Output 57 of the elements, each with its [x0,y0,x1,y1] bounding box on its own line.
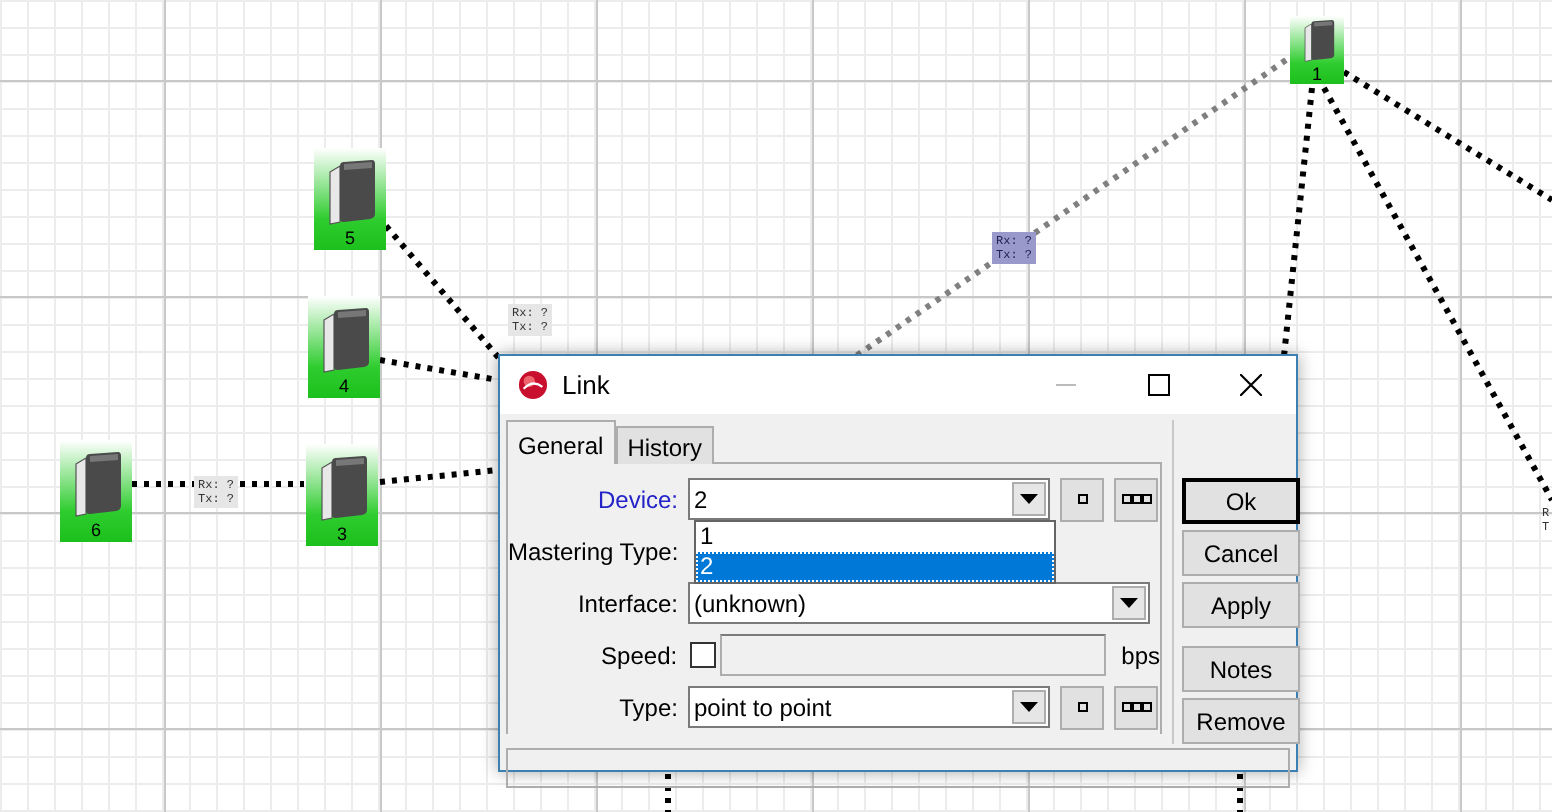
unit-label: bps [1121,639,1160,673]
router-icon [70,452,122,520]
node-label: 5 [344,228,355,248]
checkbox[interactable] [689,642,716,668]
field-label: Mastering Type: [508,535,681,569]
node-label: 6 [90,520,101,540]
node-label: 4 [338,376,349,396]
node-label: 1 [1311,64,1322,84]
dropdown-arrow-icon [1020,494,1038,504]
close-icon [1239,374,1261,396]
link-line[interactable] [379,467,499,485]
tab[interactable]: General [506,420,616,464]
list-button[interactable] [1114,685,1158,729]
router-icon [324,160,376,228]
dialog-button[interactable]: Remove [1182,698,1300,744]
router-icon [316,456,368,524]
network-node[interactable]: 4 [308,296,380,398]
node-label: 3 [336,524,347,544]
dropdown-field[interactable]: (unknown) [688,582,1150,624]
dropdown-field[interactable]: point to point [688,686,1050,728]
dialog-button[interactable]: Ok [1182,478,1300,524]
network-node[interactable]: 6 [60,440,132,542]
list-button[interactable] [1060,477,1104,521]
link-line[interactable] [132,481,304,487]
app-icon [518,370,548,400]
field-label: Type: [617,691,680,725]
tab[interactable]: History [615,426,715,464]
dropdown-option[interactable]: 1 [696,522,1054,552]
square-icon [1077,494,1087,504]
dropdown-arrow-icon [1120,598,1138,608]
speed-field[interactable] [719,634,1106,676]
network-node[interactable]: 5 [314,148,386,250]
dialog-button[interactable]: Apply [1182,582,1300,628]
dropdown-arrow-icon [1020,702,1038,712]
link-line[interactable] [1237,774,1243,812]
dialog-button[interactable]: Notes [1182,646,1300,692]
maximize-icon [1147,374,1169,396]
router-icon [318,308,370,376]
square-icon [1077,702,1087,712]
window-title: Link [562,367,610,404]
list-button[interactable] [1114,477,1158,521]
dots-icon [1121,702,1151,712]
network-node[interactable]: 1 [1290,16,1344,84]
network-node[interactable]: 3 [306,444,378,546]
link-line[interactable] [1342,69,1552,203]
router-icon [1299,20,1335,64]
field-label: Device: [595,483,680,517]
link-line[interactable] [1281,87,1315,357]
minimize-icon [1056,384,1076,386]
dots-icon [1121,494,1151,504]
dropdown-option[interactable]: 2 [696,552,1054,582]
list-button[interactable] [1060,685,1104,729]
field-label: Interface: [575,587,680,621]
link-line[interactable] [665,774,671,812]
field-label: Speed: [599,639,680,673]
dialog-button[interactable]: Cancel [1182,530,1300,576]
dropdown-field[interactable]: 2 [688,478,1050,520]
